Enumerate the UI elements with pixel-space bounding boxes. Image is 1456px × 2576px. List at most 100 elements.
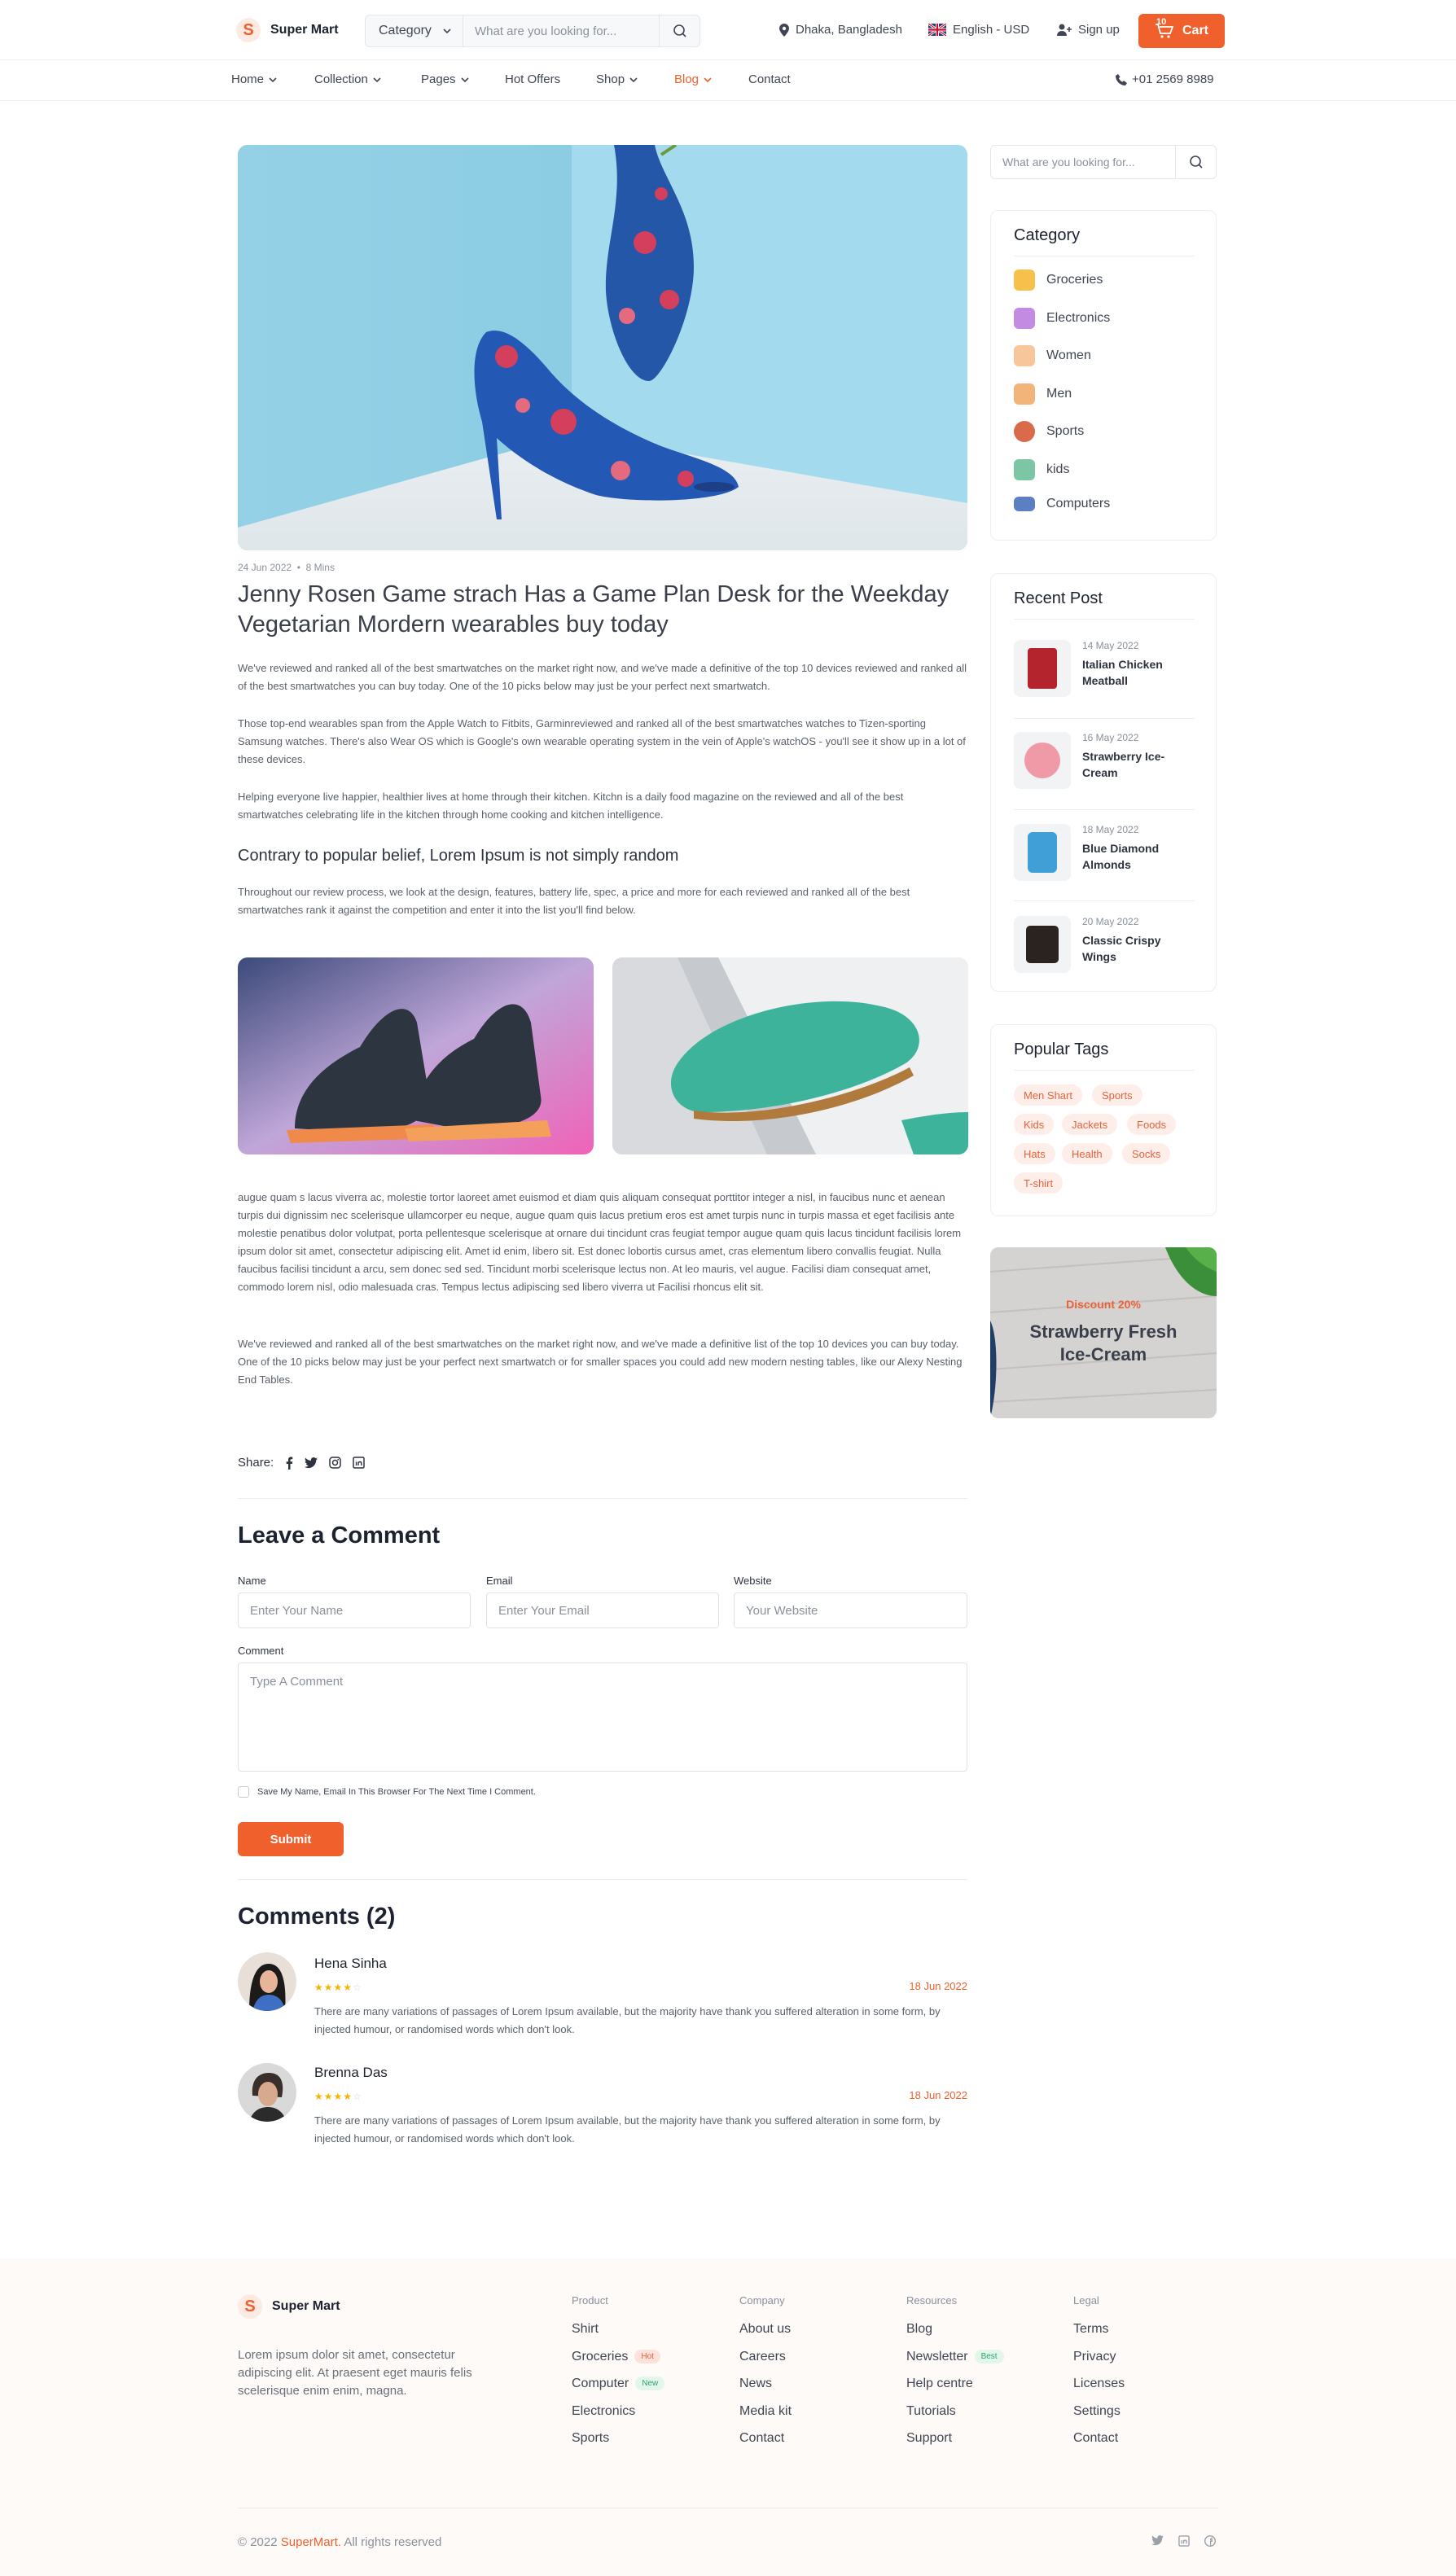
footer-link[interactable]: Sports <box>572 2431 609 2446</box>
category-label: Men <box>1046 387 1072 401</box>
nav-collection[interactable]: Collection <box>314 72 381 86</box>
phone-number[interactable]: +01 2569 8989 <box>1116 72 1214 86</box>
name-field[interactable]: Enter Your Name <box>238 1592 471 1628</box>
avatar <box>238 2063 296 2122</box>
save-info-text: Save My Name, Email In This Browser For … <box>257 1787 536 1797</box>
footer-brand[interactable]: S Super Mart <box>238 2294 340 2319</box>
footer-link[interactable]: Licenses <box>1073 2377 1125 2391</box>
location-selector[interactable]: Dhaka, Bangladesh <box>779 23 902 37</box>
footer-link[interactable]: Help centre <box>906 2377 973 2391</box>
twitter-icon[interactable] <box>305 1457 318 1469</box>
article-paragraph-4: Throughout our review process, we look a… <box>238 886 910 916</box>
sidebar-search-button[interactable] <box>1175 146 1216 178</box>
tag-socks[interactable]: Socks <box>1122 1143 1171 1164</box>
comment-text: There are many variations of passages of… <box>314 2114 941 2144</box>
tag-hats[interactable]: Hats <box>1014 1143 1055 1164</box>
search-icon <box>673 24 686 37</box>
category-label: Women <box>1046 348 1091 362</box>
nav-hot-offers[interactable]: Hot Offers <box>505 72 560 86</box>
footer-link[interactable]: Privacy <box>1073 2350 1116 2364</box>
signup-text: Sign up <box>1078 23 1120 37</box>
article-title: Jenny Rosen Game strach Has a Game Plan … <box>238 581 949 637</box>
cart-button[interactable]: 10 Cart <box>1138 14 1225 48</box>
hot-badge: Hot <box>634 2350 660 2364</box>
recent-post-item[interactable]: 18 May 2022 Blue Diamond Almonds <box>1014 824 1172 881</box>
category-label: Computers <box>1046 497 1111 510</box>
linkedin-icon[interactable] <box>353 1457 365 1469</box>
divider <box>1014 900 1195 901</box>
linkedin-icon[interactable] <box>1178 2535 1190 2547</box>
category-item-electronics[interactable]: Electronics <box>1014 308 1110 329</box>
save-info-checkbox[interactable] <box>238 1786 249 1798</box>
recent-post-item[interactable]: 14 May 2022 Italian Chicken Meatball <box>1014 640 1172 697</box>
website-field[interactable]: Your Website <box>734 1592 967 1628</box>
brand-logo[interactable]: S Super Mart <box>236 18 339 42</box>
nav-blog[interactable]: Blog <box>674 72 712 86</box>
footer-link[interactable]: Careers <box>739 2350 786 2364</box>
footer-link[interactable]: Shirt <box>572 2322 599 2337</box>
nav-contact-label: Contact <box>748 72 791 86</box>
recent-post-date: 18 May 2022 <box>1082 824 1139 835</box>
promo-banner[interactable]: Discount 20% Strawberry Fresh Ice-Cream <box>990 1247 1217 1418</box>
footer-link[interactable]: Electronics <box>572 2404 635 2419</box>
nav-pages[interactable]: Pages <box>421 72 469 86</box>
footer-link[interactable]: Media kit <box>739 2404 792 2419</box>
footer-link-label: Newsletter <box>906 2350 968 2364</box>
tag-sports[interactable]: Sports <box>1092 1084 1142 1106</box>
facebook-icon[interactable] <box>1204 2535 1216 2547</box>
footer-column-title: Legal <box>1073 2294 1099 2307</box>
footer-link-newsletter[interactable]: Newsletter Best <box>906 2350 1004 2364</box>
header-search: Category What are you looking for... <box>365 15 700 47</box>
recent-post-item[interactable]: 16 May 2022 Strawberry Ice-Cream <box>1014 732 1172 789</box>
recent-post-item[interactable]: 20 May 2022 Classic Crispy Wings <box>1014 916 1172 973</box>
tag-health[interactable]: Health <box>1062 1143 1112 1164</box>
footer-link[interactable]: Settings <box>1073 2404 1121 2419</box>
category-item-groceries[interactable]: Groceries <box>1014 269 1103 291</box>
comment-textarea[interactable]: Type A Comment <box>238 1663 967 1772</box>
footer-link-groceries[interactable]: Groceries Hot <box>572 2350 660 2364</box>
footer-link[interactable]: Support <box>906 2431 952 2446</box>
header-search-input[interactable]: What are you looking for... <box>463 24 659 38</box>
instagram-icon[interactable] <box>329 1457 341 1469</box>
recent-post-thumb <box>1014 824 1071 881</box>
footer-column-title: Product <box>572 2294 608 2307</box>
recent-post-date: 20 May 2022 <box>1082 916 1139 927</box>
email-field[interactable]: Enter Your Email <box>486 1592 719 1628</box>
article-date: 24 Jun 2022 <box>238 562 292 573</box>
popular-tags-title: Popular Tags <box>1014 1040 1109 1058</box>
tag-men-shart[interactable]: Men Shart <box>1014 1084 1082 1106</box>
nav-home[interactable]: Home <box>231 72 277 86</box>
footer-link[interactable]: Blog <box>906 2322 932 2337</box>
submit-button[interactable]: Submit <box>238 1822 344 1856</box>
facebook-icon[interactable] <box>285 1457 293 1470</box>
divider <box>1014 1070 1195 1071</box>
footer-link[interactable]: About us <box>739 2322 791 2337</box>
footer-link[interactable]: Terms <box>1073 2322 1109 2337</box>
footer-link[interactable]: Contact <box>1073 2431 1118 2446</box>
twitter-icon[interactable] <box>1151 2535 1164 2546</box>
sidebar-search: What are you looking for... <box>990 145 1217 179</box>
tag-tshirt[interactable]: T-shirt <box>1014 1172 1063 1194</box>
footer-link[interactable]: News <box>739 2377 772 2391</box>
category-item-computers[interactable]: Computers <box>1014 497 1110 511</box>
tag-kids[interactable]: Kids <box>1014 1114 1055 1135</box>
language-selector[interactable]: English - USD <box>928 23 1029 37</box>
tag-jackets[interactable]: Jackets <box>1062 1114 1118 1135</box>
category-item-women[interactable]: Women <box>1014 345 1091 366</box>
category-item-men[interactable]: Men <box>1014 383 1072 405</box>
footer-link-computer[interactable]: Computer New <box>572 2377 665 2391</box>
tag-foods[interactable]: Foods <box>1127 1114 1177 1135</box>
footer-link[interactable]: Tutorials <box>906 2404 956 2419</box>
category-item-sports[interactable]: Sports <box>1014 421 1084 442</box>
category-item-kids[interactable]: kids <box>1014 459 1069 480</box>
category-title: Category <box>1014 226 1081 244</box>
category-select[interactable]: Category <box>366 15 463 46</box>
footer-link[interactable]: Contact <box>739 2431 784 2446</box>
header-search-button[interactable] <box>659 15 699 46</box>
signup-link[interactable]: Sign up <box>1057 23 1120 37</box>
women-icon <box>1014 345 1035 366</box>
nav-contact[interactable]: Contact <box>748 72 791 86</box>
copyright-brand[interactable]: SuperMart. <box>281 2535 341 2549</box>
sidebar-search-input[interactable]: What are you looking for... <box>991 156 1175 169</box>
nav-shop[interactable]: Shop <box>596 72 638 86</box>
